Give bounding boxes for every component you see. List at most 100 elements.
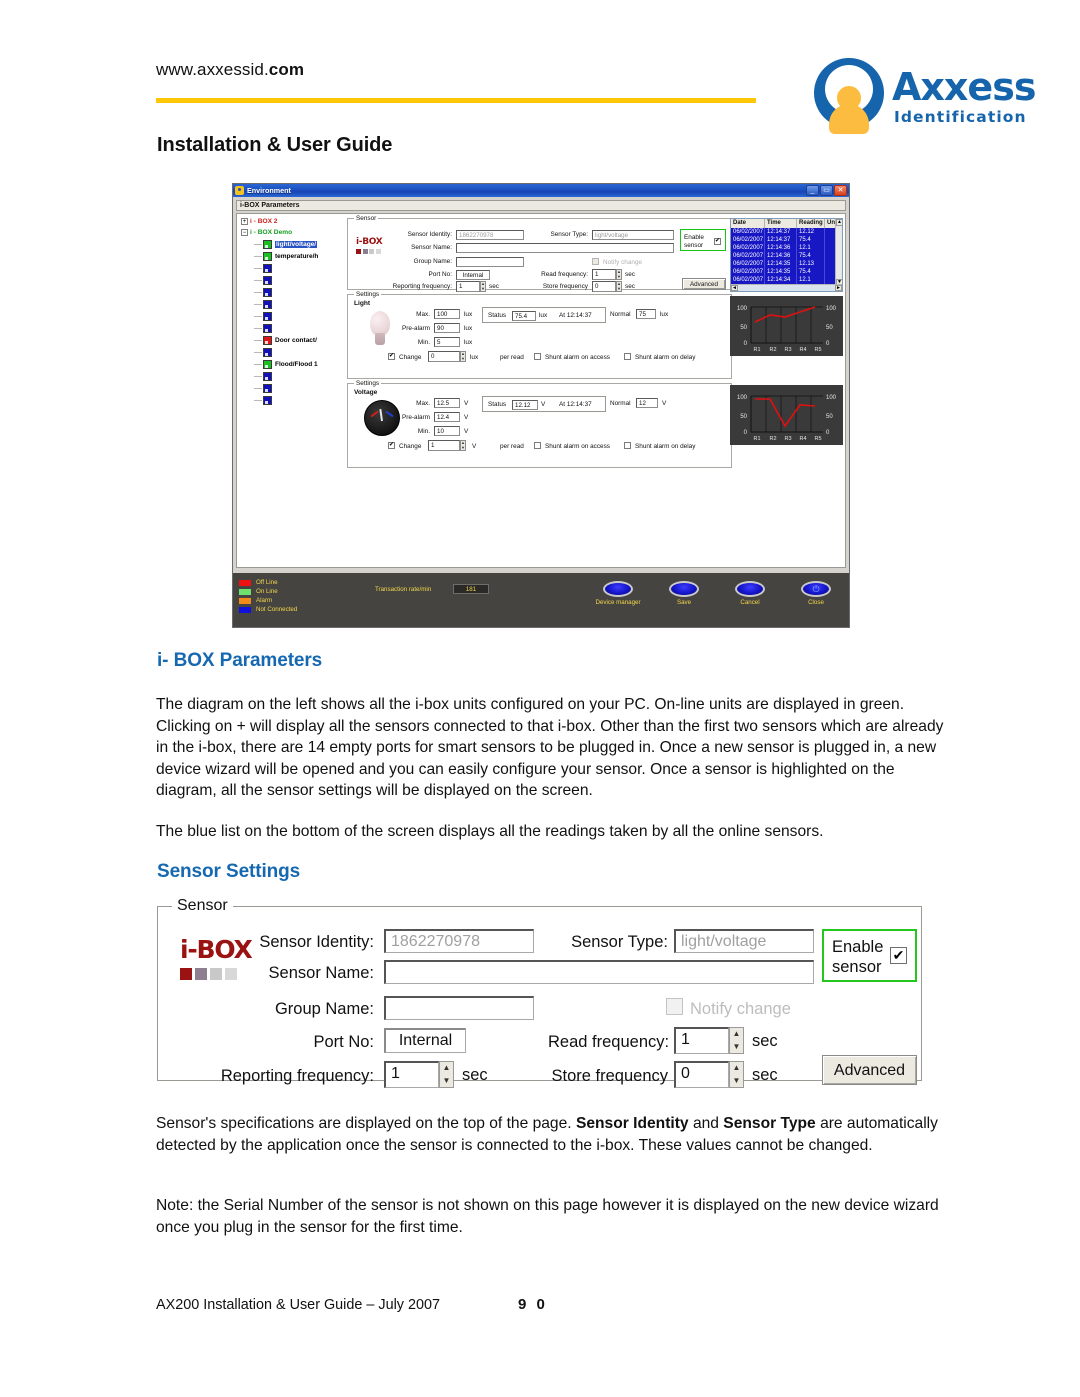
store-frequency-stepper[interactable]: ▲ ▼ (729, 1061, 744, 1088)
group-name-input[interactable] (384, 996, 534, 1020)
table-row[interactable]: 06/02/2007 12:14:37 12.12 (731, 228, 842, 236)
advanced-button[interactable]: Advanced (682, 278, 726, 290)
read-frequency-stepper[interactable]: ▲ ▼ (616, 269, 622, 280)
tree-item-empty[interactable] (239, 346, 343, 358)
tree-root-iboxdemo[interactable]: − i - BOX Demo (239, 227, 343, 238)
tree-item-lightvoltage[interactable]: light/voltage/ (239, 238, 343, 250)
notify-change-checkbox[interactable] (666, 998, 683, 1015)
voltage-normal-input[interactable]: 12 (636, 398, 658, 408)
voltage-max-input[interactable]: 12.5 (434, 398, 460, 408)
group-name-input[interactable] (456, 257, 524, 267)
port-no-field[interactable]: Internal (456, 270, 490, 280)
store-frequency-input[interactable]: 0 (674, 1061, 729, 1088)
sensor-name-label: Sensor Name: (411, 244, 452, 251)
voltage-change-input[interactable]: 1 (428, 440, 460, 451)
tree-item-empty[interactable] (239, 262, 343, 274)
sensor-identity-field[interactable]: 1862270978 (384, 929, 534, 953)
tree-item-empty[interactable] (239, 298, 343, 310)
scroll-up-icon[interactable]: ▲ (836, 219, 842, 226)
status-square-blue (263, 323, 272, 333)
table-row[interactable]: 06/02/2007 12:14:36 75.4 (731, 252, 842, 260)
column-header-time: Time (765, 219, 797, 228)
expand-plus-icon[interactable]: + (241, 218, 248, 225)
read-frequency-input[interactable]: 1 (592, 269, 616, 280)
tree-item-empty[interactable] (239, 394, 343, 406)
tab-ibox-parameters[interactable]: i-BOX Parameters (236, 200, 846, 211)
notify-change-checkbox[interactable] (592, 258, 599, 265)
light-min-input[interactable]: 5 (434, 337, 460, 347)
light-change-checkbox[interactable]: ✔ (388, 353, 395, 360)
tree-item-empty[interactable] (239, 274, 343, 286)
read-frequency-input[interactable]: 1 (674, 1027, 729, 1054)
tree-item-doorcontact[interactable]: Door contact/ (239, 334, 343, 346)
close-icon[interactable]: ✕ (834, 185, 847, 196)
reporting-frequency-input[interactable]: 1 (456, 281, 480, 292)
light-status-value: 75.4 (512, 311, 536, 321)
enable-sensor-checkbox[interactable]: ✔ (714, 238, 721, 245)
light-normal-input[interactable]: 75 (636, 309, 656, 319)
table-row[interactable]: 06/02/2007 12:14:36 12.1 (731, 244, 842, 252)
sensor-type-field[interactable]: light/voltage (592, 230, 674, 240)
restore-button[interactable]: ▭ (820, 185, 833, 196)
scroll-right-icon[interactable]: ► (835, 285, 842, 291)
light-shunt-delay-checkbox[interactable] (624, 353, 631, 360)
collapse-minus-icon[interactable]: − (241, 229, 248, 236)
svg-text:R4: R4 (799, 436, 806, 442)
tree-item-empty[interactable] (239, 370, 343, 382)
light-max-input[interactable]: 100 (434, 309, 460, 319)
voltage-min-input[interactable]: 10 (434, 426, 460, 436)
grid-vertical-scrollbar[interactable]: ▲ ▼ (835, 219, 842, 286)
reporting-frequency-stepper[interactable]: ▲ ▼ (480, 281, 486, 292)
table-row[interactable]: 06/02/2007 12:14:35 12.13 (731, 260, 842, 268)
header-rule (156, 98, 756, 103)
light-prealarm-input[interactable]: 90 (434, 323, 460, 333)
grid-horizontal-scrollbar[interactable]: ◄ ► (731, 284, 842, 291)
ibox-tree[interactable]: + i - BOX 2 − i - BOX Demo light/voltage… (239, 216, 343, 566)
sensor-identity-field[interactable]: 1862270978 (456, 230, 524, 240)
tree-item-empty[interactable] (239, 382, 343, 394)
voltage-shunt-access-checkbox[interactable] (534, 442, 541, 449)
advanced-button[interactable]: Advanced (822, 1055, 917, 1085)
cell-date: 06/02/2007 (733, 260, 765, 268)
scroll-left-icon[interactable]: ◄ (731, 285, 738, 291)
notify-change-label: Notify change (690, 1000, 791, 1018)
read-frequency-stepper[interactable]: ▲ ▼ (729, 1027, 744, 1054)
tree-connector (254, 327, 262, 329)
cell-reading: 75.4 (797, 252, 825, 260)
sensor-name-input[interactable] (456, 243, 674, 253)
reporting-frequency-input[interactable]: 1 (384, 1061, 439, 1088)
cancel-button[interactable]: Cancel (725, 581, 775, 606)
save-button[interactable]: Save (659, 581, 709, 606)
port-no-field[interactable]: Internal (384, 1028, 466, 1053)
close-button[interactable]: Close (791, 581, 841, 606)
voltage-prealarm-input[interactable]: 12.4 (434, 412, 460, 422)
light-change-input[interactable]: 0 (428, 351, 460, 362)
voltage-change-checkbox[interactable]: ✔ (388, 442, 395, 449)
tree-root-ibox2[interactable]: + i - BOX 2 (239, 216, 343, 227)
device-manager-button[interactable]: Device manager (593, 581, 643, 606)
cell-time: 12:14:34 (765, 276, 797, 284)
readings-grid[interactable]: Date Time Reading Unit 06/02/2007 12:14:3… (730, 218, 843, 292)
light-change-stepper[interactable]: ▲ ▼ (460, 351, 466, 362)
minimize-button[interactable]: _ (806, 185, 819, 196)
sensor-type-field[interactable]: light/voltage (674, 929, 814, 953)
voltage-change-stepper[interactable]: ▲ ▼ (460, 440, 466, 451)
table-row[interactable]: 06/02/2007 12:14:34 12.1 (731, 276, 842, 284)
reporting-frequency-stepper[interactable]: ▲ ▼ (439, 1061, 454, 1088)
store-frequency-input[interactable]: 0 (592, 281, 616, 292)
tree-item-empty[interactable] (239, 310, 343, 322)
voltage-shunt-delay-checkbox[interactable] (624, 442, 631, 449)
light-settings-title: Settings (354, 291, 382, 298)
table-row[interactable]: 06/02/2007 12:14:37 75.4 (731, 236, 842, 244)
tree-item-empty[interactable] (239, 286, 343, 298)
cell-date: 06/02/2007 (733, 244, 765, 252)
enable-sensor-checkbox[interactable]: ✔ (890, 947, 907, 964)
store-frequency-stepper[interactable]: ▲ ▼ (616, 281, 622, 292)
table-row[interactable]: 06/02/2007 12:14:35 75.4 (731, 268, 842, 276)
tree-item-empty[interactable] (239, 322, 343, 334)
light-shunt-access-checkbox[interactable] (534, 353, 541, 360)
sensor-name-input[interactable] (384, 960, 814, 984)
status-square-blue (263, 299, 272, 309)
tree-item-flood[interactable]: Flood/Flood 1 (239, 358, 343, 370)
tree-item-temperature[interactable]: temperature/h (239, 250, 343, 262)
